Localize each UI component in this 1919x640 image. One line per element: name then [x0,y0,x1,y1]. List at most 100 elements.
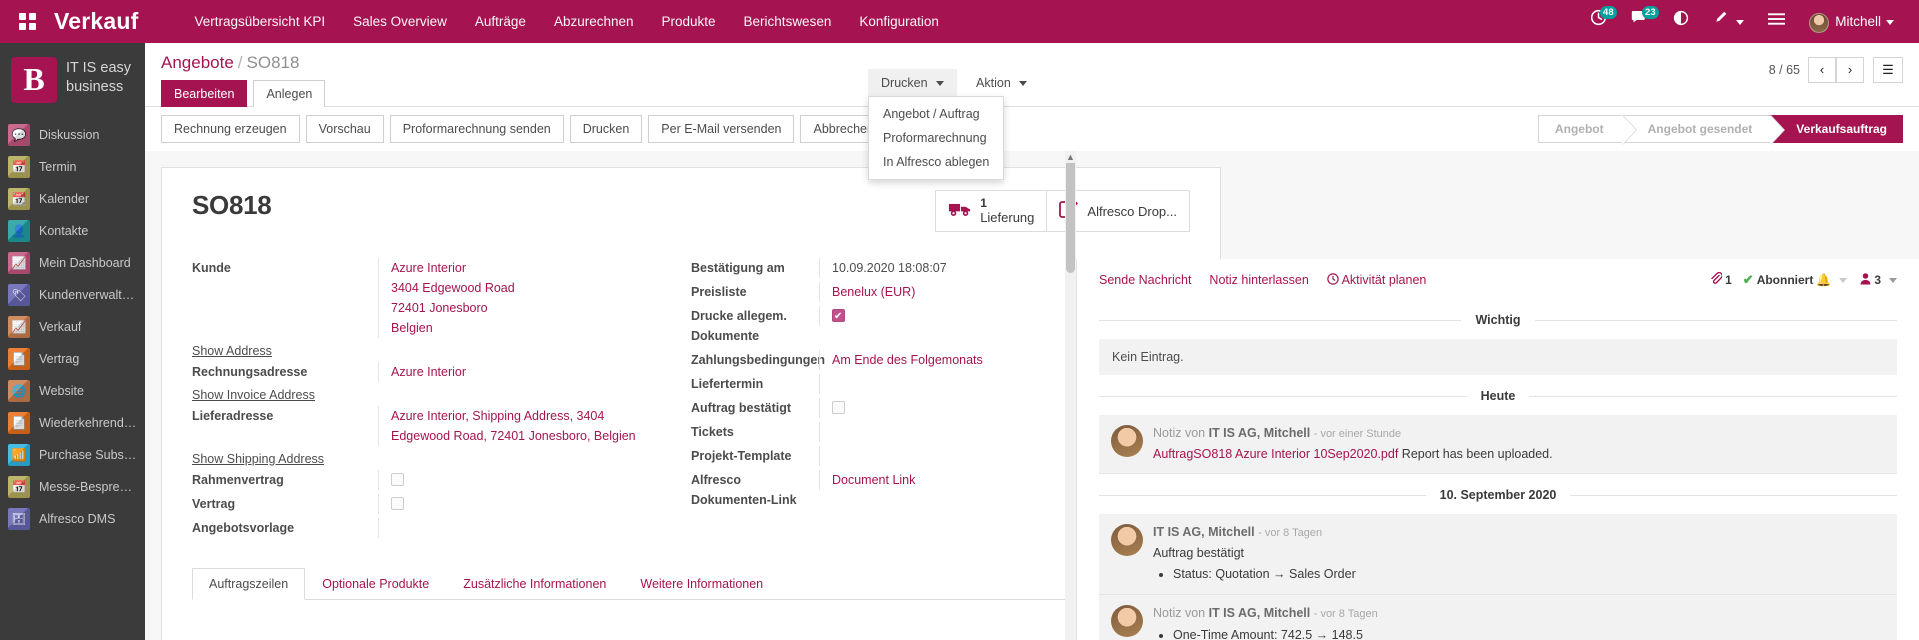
status-angebot[interactable]: Angebot [1537,115,1637,145]
sidebar-item-diskussion[interactable]: 💬 Diskussion [0,119,145,151]
schedule-activity-label: Aktivität planen [1341,273,1427,287]
top-navbar: Verkauf Vertragsübersicht KPI Sales Over… [0,0,1919,43]
follow-toggle[interactable]: ✔ Abonniert 🔔 [1743,272,1848,288]
chevron-right-icon[interactable]: › [1836,57,1864,83]
activities-icon[interactable]: 48 [1579,0,1618,43]
show-address-link[interactable]: Show Address [192,344,272,358]
rechnungsadresse-link[interactable]: Azure Interior [391,365,466,379]
status-angebot-gesendet[interactable]: Angebot gesendet [1621,115,1785,145]
tab-optionale-produkte[interactable]: Optionale Produkte [305,568,446,600]
company-name: IT IS easy business [66,60,132,95]
tab-zusaetzliche-informationen[interactable]: Zusätzliche Informationen [446,568,623,600]
dropdown-item-in-alfresco-ablegen[interactable]: In Alfresco ablegen [869,150,1003,174]
pager: 8 / 65 ‹ › ☰ [1769,57,1903,83]
menu-item-sales-overview[interactable]: Sales Overview [339,0,461,43]
menu-item-konfiguration[interactable]: Konfiguration [845,0,953,43]
form-scrollbar[interactable] [1065,151,1076,640]
scroll-up-arrow[interactable]: ▲ [1065,151,1076,163]
apps-grid-icon[interactable] [0,13,54,30]
form-column-left: Kunde Azure Interior 3404 Edgewood Road … [192,258,691,542]
send-by-email-button[interactable]: Per E-Mail versenden [648,115,795,143]
edit-button[interactable]: Bearbeiten [161,80,248,108]
activities-badge: 48 [1600,6,1617,19]
attachment-count[interactable]: 1 [1710,271,1732,288]
create-button[interactable]: Anlegen [253,80,326,108]
messages-icon[interactable]: 23 [1620,0,1660,43]
sidebar-item-alfresco-dms[interactable]: 🗄 Alfresco DMS [0,503,145,535]
vertrag-checkbox[interactable] [391,497,404,510]
section-label-heute: Heute [1480,389,1516,403]
drucke-allgemeine-dokumente-checkbox[interactable] [832,307,845,327]
show-invoice-address-link[interactable]: Show Invoice Address [192,388,315,402]
kunde-line-3[interactable]: Belgien [391,318,661,338]
create-invoice-button[interactable]: Rechnung erzeugen [161,115,300,143]
kunde-line-1[interactable]: 3404 Edgewood Road [391,278,661,298]
breadcrumb-separator: / [237,53,243,72]
action-dropdown-toggle[interactable]: Aktion [963,69,1041,97]
empty-activity-text: Kein Eintrag. [1099,339,1897,375]
field-kunde-label: Kunde [192,261,231,275]
field-angebotsvorlage-value[interactable] [378,518,661,538]
print-button[interactable]: Drucken [569,115,643,143]
brush-icon[interactable] [1702,0,1756,43]
lieferadresse-link[interactable]: Azure Interior, Shipping Address, 3404 E… [391,409,636,443]
sidebar-item-label: Kalender [39,192,90,206]
kunde-line-0[interactable]: Azure Interior [391,258,661,278]
hamburger-menu-icon[interactable] [1757,0,1796,43]
sidebar-item-purchase-subscripti[interactable]: 📶 Purchase Subscripti... [0,439,145,471]
tab-weitere-informationen[interactable]: Weitere Informationen [623,568,780,600]
menu-item-auftraege[interactable]: Aufträge [461,0,540,43]
sidebar-item-kalender[interactable]: 📆 Kalender [0,183,145,215]
send-proforma-button[interactable]: Proformarechnung senden [389,115,564,143]
avatar [1111,605,1143,637]
preview-button[interactable]: Vorschau [305,115,384,143]
sidebar-item-wiederkehrende-ver[interactable]: 📄 Wiederkehrende Ver... [0,407,145,439]
messages-badge: 23 [1642,6,1659,19]
sidebar-item-messe-besprechung[interactable]: 📅 Messe-Besprechung... [0,471,145,503]
show-shipping-address-link[interactable]: Show Shipping Address [192,452,324,466]
menu-item-vertragsuebersicht-kpi[interactable]: Vertragsübersicht KPI [181,0,340,43]
zahlungsbedingungen-link[interactable]: Am Ende des Folgemonats [832,353,983,367]
chevron-left-icon[interactable]: ‹ [1808,57,1836,83]
preisliste-link[interactable]: Benelux (EUR) [832,285,915,299]
contrast-icon[interactable] [1662,0,1700,43]
tab-auftragszeilen[interactable]: Auftragszeilen [192,568,306,600]
sidebar-item-mein-dashboard[interactable]: 📈 Mein Dashboard [0,247,145,279]
contract-icon: 📄 [8,348,30,370]
sidebar-item-website[interactable]: 🌐 Website [0,375,145,407]
alfresco-document-link[interactable]: Document Link [832,473,915,487]
rahmenvertrag-checkbox[interactable] [391,473,404,486]
kunde-line-2[interactable]: 72401 Jonesboro [391,298,661,318]
form-columns: Kunde Azure Interior 3404 Edgewood Road … [192,258,1190,542]
auftrag-bestaetigt-checkbox[interactable] [832,401,845,414]
notebook-tabs: Auftragszeilen Optionale Produkte Zusätz… [192,568,1190,600]
field-rechnungsadresse: Rechnungsadresse Azure Interior [192,362,661,382]
field-kunde: Kunde Azure Interior 3404 Edgewood Road … [192,258,661,338]
breadcrumb-root[interactable]: Angebote [161,53,234,72]
smart-button-lieferung[interactable]: 1 Lieferung [935,190,1048,232]
sidebar-item-vertrag[interactable]: 📄 Vertrag [0,343,145,375]
dropdown-item-angebot-auftrag[interactable]: Angebot / Auftrag [869,102,1003,126]
follower-count[interactable]: 3 [1860,272,1897,288]
dashboard-icon: 📈 [8,252,30,274]
message-attachment-link[interactable]: AuftragSO818 Azure Interior 10Sep2020.pd… [1153,447,1398,461]
status-verkaufsauftrag[interactable]: Verkaufsauftrag [1770,115,1903,143]
username-label: Mitchell [1835,14,1881,29]
sidebar-item-kundenverwaltung[interactable]: 🏷 Kundenverwaltung [0,279,145,311]
schedule-activity-button[interactable]: Aktivität planen [1327,273,1427,287]
field-angebotsvorlage-label: Angebotsvorlage [192,521,295,535]
menu-item-produkte[interactable]: Produkte [648,0,730,43]
follow-label: Abonniert [1756,273,1814,287]
menu-item-abzurechnen[interactable]: Abzurechnen [540,0,648,43]
sidebar-item-kontakte[interactable]: 👤 Kontakte [0,215,145,247]
list-view-icon[interactable]: ☰ [1873,57,1903,83]
sidebar-item-termin[interactable]: 📅 Termin [0,151,145,183]
log-note-button[interactable]: Notiz hinterlassen [1209,273,1308,287]
chatter-message: IT IS AG, Mitchell - vor 8 Tagen Auftrag… [1099,514,1897,595]
dropdown-item-proformarechnung[interactable]: Proformarechnung [869,126,1003,150]
print-dropdown-toggle[interactable]: Drucken [868,69,958,97]
menu-item-berichtswesen[interactable]: Berichtswesen [730,0,846,43]
sidebar-item-verkauf[interactable]: 📈 Verkauf [0,311,145,343]
send-message-button[interactable]: Sende Nachricht [1099,273,1191,287]
user-menu[interactable]: Mitchell [1798,0,1905,43]
